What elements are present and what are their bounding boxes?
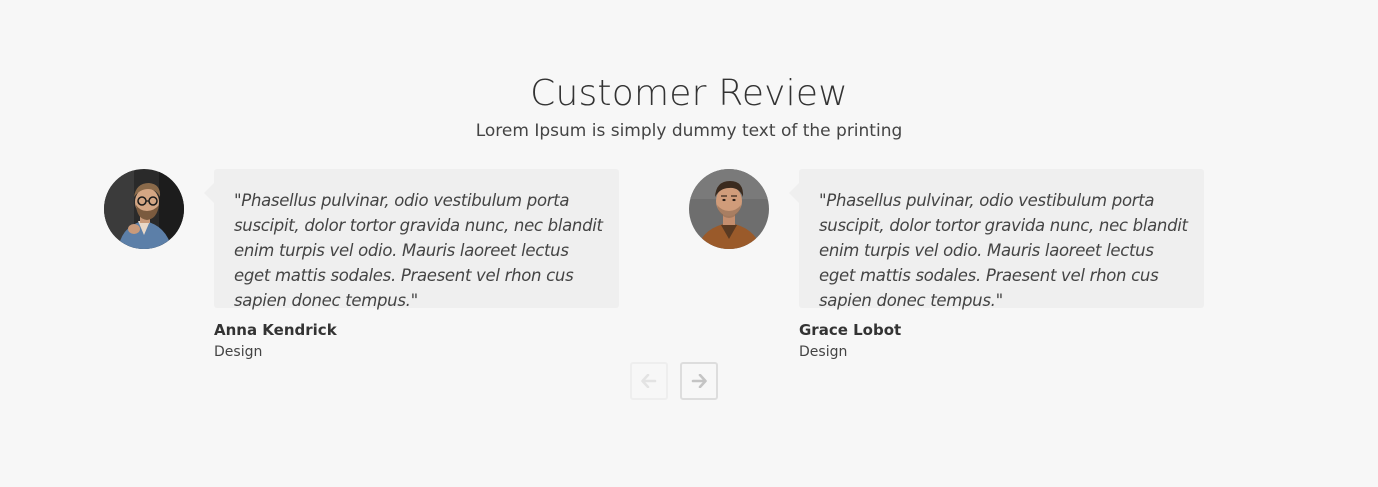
man-with-glasses-photo bbox=[104, 169, 184, 249]
customer-review-section: Customer Review Lorem Ipsum is simply du… bbox=[0, 0, 1378, 487]
arrow-right-icon bbox=[691, 374, 707, 388]
review-quote-text: "Phasellus pulvinar, odio vestibulum por… bbox=[234, 191, 603, 310]
carousel-prev-button[interactable] bbox=[630, 362, 668, 400]
review-card: "Phasellus pulvinar, odio vestibulum por… bbox=[689, 169, 1249, 369]
reviewer-name: Grace Lobot bbox=[799, 321, 902, 339]
review-card: "Phasellus pulvinar, odio vestibulum por… bbox=[104, 169, 664, 369]
man-brown-jacket-photo bbox=[689, 169, 769, 249]
review-quote-bubble: "Phasellus pulvinar, odio vestibulum por… bbox=[789, 169, 1204, 310]
reviewer-name: Anna Kendrick bbox=[214, 321, 337, 339]
review-quote-bubble: "Phasellus pulvinar, odio vestibulum por… bbox=[204, 169, 619, 310]
section-title: Customer Review bbox=[530, 73, 848, 114]
reviewer-role: Design bbox=[214, 344, 263, 360]
section-subtitle: Lorem Ipsum is simply dummy text of the … bbox=[475, 121, 903, 141]
reviewer-role: Design bbox=[799, 344, 848, 360]
review-quote-text: "Phasellus pulvinar, odio vestibulum por… bbox=[819, 191, 1188, 310]
carousel-next-button[interactable] bbox=[680, 362, 718, 400]
reviewer-avatar bbox=[104, 169, 184, 249]
reviewer-avatar bbox=[689, 169, 769, 249]
arrow-left-icon bbox=[641, 374, 657, 388]
